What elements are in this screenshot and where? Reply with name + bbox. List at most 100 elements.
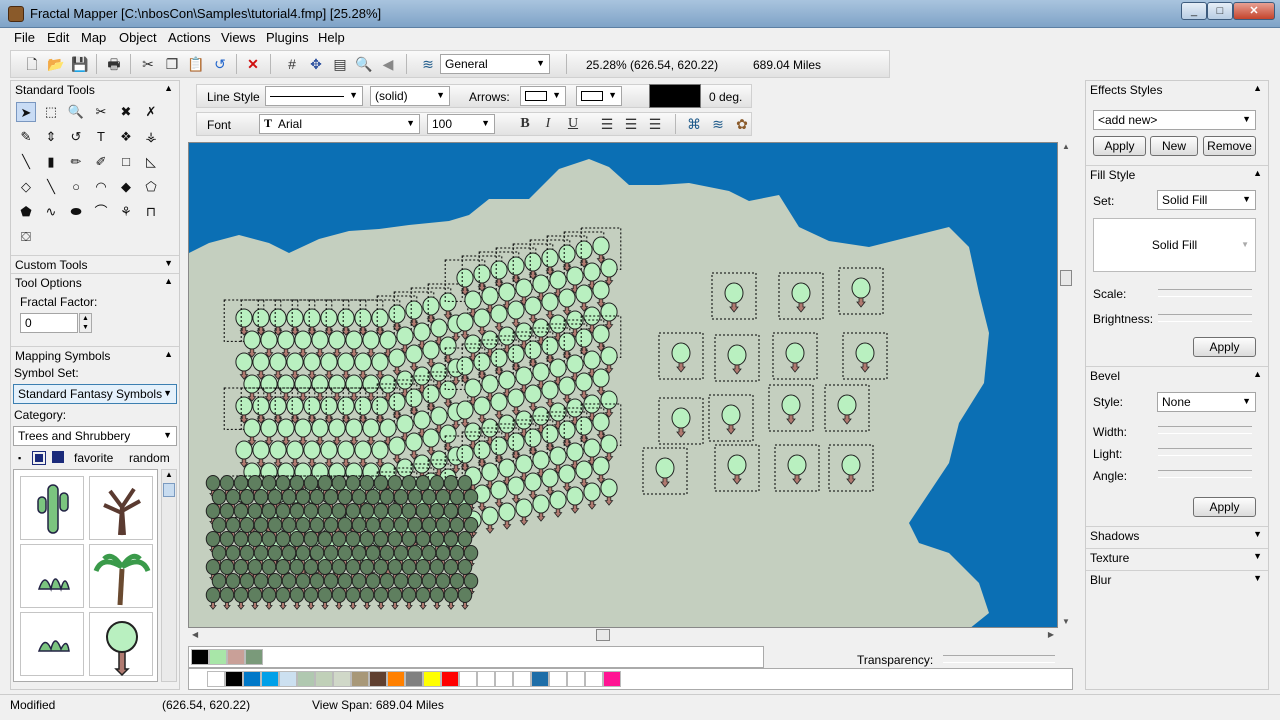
line-tool-icon[interactable]: ╲	[16, 152, 36, 172]
fill-preview[interactable]: Solid Fill ▼	[1093, 218, 1256, 272]
standard-tools-header[interactable]: Standard Tools ▲	[11, 81, 179, 99]
map-canvas[interactable]	[188, 142, 1058, 628]
symbol-grass[interactable]	[20, 544, 84, 608]
color-swatch[interactable]	[209, 649, 227, 665]
line-pattern-select[interactable]: (solid) ▼	[370, 86, 450, 106]
symbol-tree[interactable]	[89, 612, 153, 677]
stamp-icon[interactable]: ⚶	[141, 127, 161, 147]
shadows-header[interactable]: Shadows ▼	[1086, 526, 1268, 544]
scissors-icon[interactable]: ✂	[91, 102, 111, 122]
undo-icon[interactable]: ↺	[210, 54, 230, 74]
line-icon[interactable]: ╲	[41, 177, 61, 197]
color-swatch[interactable]	[477, 671, 495, 687]
brightness-slider[interactable]	[1158, 314, 1252, 322]
effects-new-button[interactable]: New	[1150, 136, 1198, 156]
tool-options-header[interactable]: Tool Options ▲	[11, 273, 179, 291]
color-swatch[interactable]	[191, 649, 209, 665]
rect-select-icon[interactable]: ⬚	[41, 102, 61, 122]
effects-remove-button[interactable]: Remove	[1203, 136, 1256, 156]
square-icon[interactable]: □	[116, 152, 136, 172]
save-icon[interactable]: 💾	[70, 54, 90, 74]
fractal-factor-stepper[interactable]: ▲ ▼	[79, 313, 92, 333]
menu-file[interactable]: File	[14, 30, 35, 45]
bold-button[interactable]: B	[515, 114, 535, 134]
fill-apply-button[interactable]: Apply	[1193, 337, 1256, 357]
menu-object[interactable]: Object	[119, 30, 157, 45]
pan-icon[interactable]: ✥	[306, 54, 326, 74]
mapping-symbols-header[interactable]: Mapping Symbols ▲	[11, 346, 179, 364]
texture-header[interactable]: Texture ▼	[1086, 548, 1268, 566]
symbol-cactus[interactable]	[20, 476, 84, 540]
fill-diamond-icon[interactable]: ◆	[116, 177, 136, 197]
color-swatch[interactable]	[225, 671, 243, 687]
color-swatch[interactable]	[297, 671, 315, 687]
fill-style-header[interactable]: Fill Style ▲	[1086, 165, 1268, 183]
menu-map[interactable]: Map	[81, 30, 106, 45]
brush-icon[interactable]: ✐	[91, 152, 111, 172]
maximize-button[interactable]: □	[1207, 2, 1233, 20]
shape-icon[interactable]: ❖	[116, 127, 136, 147]
color-swatch[interactable]	[495, 671, 513, 687]
zoom-tool-icon[interactable]: 🔍	[66, 102, 86, 122]
text-effects-icon[interactable]: ✿	[732, 114, 752, 134]
text-layers-icon[interactable]: ≋	[708, 114, 728, 134]
large-size-icon[interactable]	[52, 451, 64, 463]
fill-bucket-icon[interactable]: ⛋	[16, 227, 36, 247]
layers-icon[interactable]: ≋	[418, 54, 438, 74]
color-swatch[interactable]	[423, 671, 441, 687]
color-swatch[interactable]	[603, 671, 621, 687]
select-arrow-icon[interactable]: ➤	[16, 102, 36, 122]
text-tool-icon[interactable]: T	[91, 127, 111, 147]
color-swatch[interactable]	[585, 671, 603, 687]
bevel-light-slider[interactable]	[1158, 448, 1252, 456]
height-icon[interactable]: ⇕	[41, 127, 61, 147]
color-swatch[interactable]	[351, 671, 369, 687]
cut-icon[interactable]: ✂	[138, 54, 158, 74]
fill-set-select[interactable]: Solid Fill ▼	[1157, 190, 1256, 210]
color-swatch[interactable]	[369, 671, 387, 687]
map-vscrollbar[interactable]: ▲ ▼	[1058, 142, 1074, 628]
menu-views[interactable]: Views	[221, 30, 255, 45]
minimize-button[interactable]: _	[1181, 2, 1207, 20]
align-center-icon[interactable]: ☰	[621, 114, 641, 134]
effects-apply-button[interactable]: Apply	[1093, 136, 1146, 156]
color-swatch[interactable]	[315, 671, 333, 687]
line-style-select[interactable]: ▼	[265, 86, 363, 106]
circle-icon[interactable]: ○	[66, 177, 86, 197]
color-swatch[interactable]	[513, 671, 531, 687]
custom-tools-header[interactable]: Custom Tools ▼	[11, 255, 179, 273]
arc-icon[interactable]: ◠	[91, 177, 111, 197]
transparency-slider[interactable]	[943, 655, 1055, 663]
grid-icon[interactable]: #	[282, 54, 302, 74]
paste-icon[interactable]: 📋	[186, 54, 206, 74]
bevel-header[interactable]: Bevel ▲	[1086, 366, 1268, 384]
blur-header[interactable]: Blur ▼	[1086, 570, 1268, 588]
squiggle-icon[interactable]: ∿	[41, 202, 61, 222]
category-select[interactable]: Trees and Shrubbery ▼	[13, 426, 177, 446]
knife-icon[interactable]: ✖	[116, 102, 136, 122]
color-swatch[interactable]	[333, 671, 351, 687]
symbol-bush[interactable]	[20, 612, 84, 676]
symbol-list-scrollbar[interactable]: ▲	[161, 469, 177, 682]
pencil-icon[interactable]: ✏	[66, 152, 86, 172]
diamond-icon[interactable]: ◇	[16, 177, 36, 197]
triangle-icon[interactable]: ◺	[141, 152, 161, 172]
color-swatch[interactable]	[207, 671, 225, 687]
copy-icon[interactable]: ❐	[162, 54, 182, 74]
arrow-start-select[interactable]: ▼	[520, 86, 566, 106]
favorite-link[interactable]: favorite	[74, 451, 113, 465]
shape-fill-icon[interactable]: ⬟	[16, 202, 36, 222]
symbol-set-select[interactable]: Standard Fantasy Symbols ▼	[13, 384, 177, 404]
menu-edit[interactable]: Edit	[47, 30, 69, 45]
align-left-icon[interactable]: ☰	[597, 114, 617, 134]
rotate-icon[interactable]: ↺	[66, 127, 86, 147]
bevel-apply-button[interactable]: Apply	[1193, 497, 1256, 517]
color-swatch[interactable]	[549, 671, 567, 687]
blob-icon[interactable]: ⬬	[66, 202, 86, 222]
color-swatch[interactable]	[261, 671, 279, 687]
symbol-palm[interactable]	[89, 544, 153, 608]
curve-icon[interactable]: ⌒	[91, 202, 111, 222]
cross-icon[interactable]: ✗	[141, 102, 161, 122]
bevel-style-select[interactable]: None ▼	[1157, 392, 1256, 412]
layer-select[interactable]: General ▼	[440, 54, 550, 74]
